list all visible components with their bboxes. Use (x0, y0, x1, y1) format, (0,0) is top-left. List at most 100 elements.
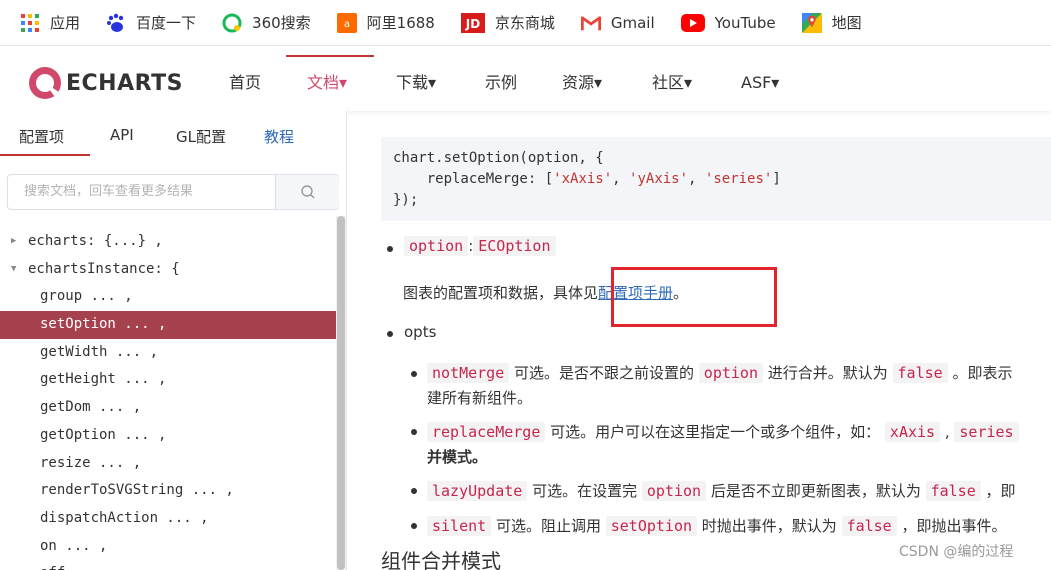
opt-text: 可选。是否不跟之前设置的 (509, 364, 699, 382)
baidu-paw-icon (106, 13, 126, 33)
tree-item-rendertosvgstring[interactable]: renderToSVGString ... , (0, 477, 336, 505)
nav-home[interactable]: 首页 (229, 55, 261, 111)
tab-gl-option[interactable]: GL配置 (176, 126, 226, 147)
code-sep: , (612, 171, 630, 187)
code-line: replaceMerge: [ (393, 171, 554, 187)
bookmark-youtube[interactable]: YouTube (680, 13, 776, 33)
opt-text: ，即抛出事件。 (896, 517, 1007, 535)
bullet-icon (387, 331, 393, 337)
tree-item-label: echartsInstance: { (28, 260, 180, 277)
scrollbar-thumb[interactable] (337, 216, 345, 570)
opt-silent: silent 可选。阻止调用 setOption 时抛出事件，默认为 false… (427, 515, 1007, 536)
doc-content: chart.setOption(option, { replaceMerge: … (347, 111, 1051, 570)
bookmark-label: 360搜索 (252, 14, 311, 32)
tree-item-echarts[interactable]: ▶ echarts: {...} , (0, 228, 336, 256)
tree-item-getheight[interactable]: getHeight ... , (0, 366, 336, 394)
tree-item-on[interactable]: on ... , (0, 533, 336, 561)
tree-item-group[interactable]: group ... , (0, 283, 336, 311)
bullet-icon (411, 429, 417, 435)
jd-icon: JD (460, 12, 485, 33)
tree-item-label: off ... , (40, 560, 116, 570)
bookmarks-bar: 应用 百度一下 360搜索 a 阿里1688 JD 京东商城 Gmail You… (0, 0, 1051, 46)
nav-examples[interactable]: 示例 (485, 55, 517, 111)
tree-item-label: setOption ... , (40, 316, 167, 333)
echarts-logo[interactable]: ECHARTS (26, 64, 183, 102)
bookmark-apps[interactable]: 应用 (20, 12, 80, 33)
opt-replacemerge-cont: 并模式。 (427, 448, 488, 466)
collapse-arrow-icon[interactable]: ▼ (11, 256, 16, 284)
code-sep: , (688, 171, 705, 187)
doc-search-input[interactable] (24, 184, 264, 199)
code-string: 'xAxis' (553, 171, 613, 187)
bookmark-label: 地图 (831, 14, 862, 32)
opt-code: series (954, 422, 1019, 442)
maps-icon (801, 12, 822, 33)
tree-item-getwidth[interactable]: getWidth ... , (0, 339, 336, 367)
bookmark-maps[interactable]: 地图 (801, 12, 862, 33)
nav-docs[interactable]: 文档▾ (307, 55, 347, 111)
tab-option[interactable]: 配置项 (19, 126, 64, 147)
nav-community[interactable]: 社区▾ (652, 55, 692, 111)
bookmark-jd[interactable]: JD 京东商城 (460, 12, 555, 33)
tree-item-getoption[interactable]: getOption ... , (0, 422, 336, 450)
opt-text: , (940, 423, 955, 441)
opt-text: 进行合并。默认为 (762, 364, 893, 382)
opt-text: 后是否不立即更新图表，默认为 (706, 482, 926, 500)
opt-notmerge-cont: 建所有新组件。 (427, 389, 533, 407)
logo-text: ECHARTS (66, 70, 183, 96)
nav-download[interactable]: 下载▾ (396, 55, 436, 111)
bookmark-label: YouTube (714, 13, 776, 32)
highlight-box (611, 267, 777, 327)
svg-text:a: a (344, 19, 350, 30)
nav-asf[interactable]: ASF▾ (741, 55, 779, 111)
section-heading: 组件合并模式 (381, 549, 501, 570)
tree-item-label: group ... , (40, 288, 133, 305)
opt-notmerge: notMerge 可选。是否不跟之前设置的 option 进行合并。默认为 fa… (427, 362, 1012, 383)
tree-item-label: resize ... , (40, 454, 142, 471)
tree-item-getdom[interactable]: getDom ... , (0, 394, 336, 422)
tree-item-label: on ... , (40, 537, 108, 554)
bookmark-gmail[interactable]: Gmail (580, 13, 655, 33)
api-sidebar: 配置项 API GL配置 教程 ▶ echarts: {...} , ▼ ech… (0, 111, 347, 570)
tree-item-label: getWidth ... , (40, 343, 159, 360)
opt-name: lazyUpdate (427, 481, 528, 501)
param-type: ECOption (473, 236, 556, 256)
gmail-icon (580, 13, 601, 33)
description-text: 图表的配置项和数据，具体见 (403, 284, 599, 302)
opt-name: silent (427, 516, 492, 536)
tree-item-label: dispatchAction ... , (40, 509, 209, 526)
param-opts: opts (404, 323, 437, 341)
svg-text:JD: JD (465, 17, 480, 31)
bookmark-360[interactable]: 360搜索 (222, 12, 311, 33)
tree-item-off[interactable]: off ... , (0, 560, 336, 570)
tree-item-resize[interactable]: resize ... , (0, 450, 336, 478)
tree-item-echartsinstance[interactable]: ▼ echartsInstance: { (0, 256, 336, 284)
bookmark-baidu[interactable]: 百度一下 (106, 12, 196, 33)
opt-code: setOption (605, 516, 698, 536)
sidebar-tabs: 配置项 API GL配置 教程 (0, 111, 347, 157)
sidebar-tab-indicator (0, 154, 90, 156)
code-example: chart.setOption(option, { replaceMerge: … (381, 137, 1051, 221)
bullet-icon (411, 523, 417, 529)
expand-arrow-icon[interactable]: ▶ (11, 228, 16, 256)
bookmark-label: 应用 (50, 14, 81, 32)
bookmark-label: Gmail (610, 13, 655, 32)
nav-resources[interactable]: 资源▾ (562, 55, 602, 111)
watermark: CSDN @编的过程 (899, 544, 1014, 560)
bookmark-label: 阿里1688 (366, 14, 435, 32)
bookmark-1688[interactable]: a 阿里1688 (336, 12, 435, 33)
tree-item-label: renderToSVGString ... , (40, 482, 234, 499)
sidebar-scrollbar[interactable] (336, 216, 346, 570)
search-button[interactable] (275, 175, 339, 209)
param-option: option: ECOption (404, 236, 556, 256)
opt-code: false (925, 481, 981, 501)
tree-item-setoption[interactable]: setOption ... , (0, 311, 336, 339)
opt-code: false (841, 516, 897, 536)
tree-item-label: echarts: {...} , (28, 233, 163, 249)
opt-code: option (641, 481, 707, 501)
apps-grid-icon (20, 13, 40, 33)
tab-api[interactable]: API (110, 126, 134, 144)
code-line: chart.setOption(option, { (393, 150, 604, 166)
tab-tutorial[interactable]: 教程 (264, 126, 294, 147)
tree-item-dispatchaction[interactable]: dispatchAction ... , (0, 505, 336, 533)
